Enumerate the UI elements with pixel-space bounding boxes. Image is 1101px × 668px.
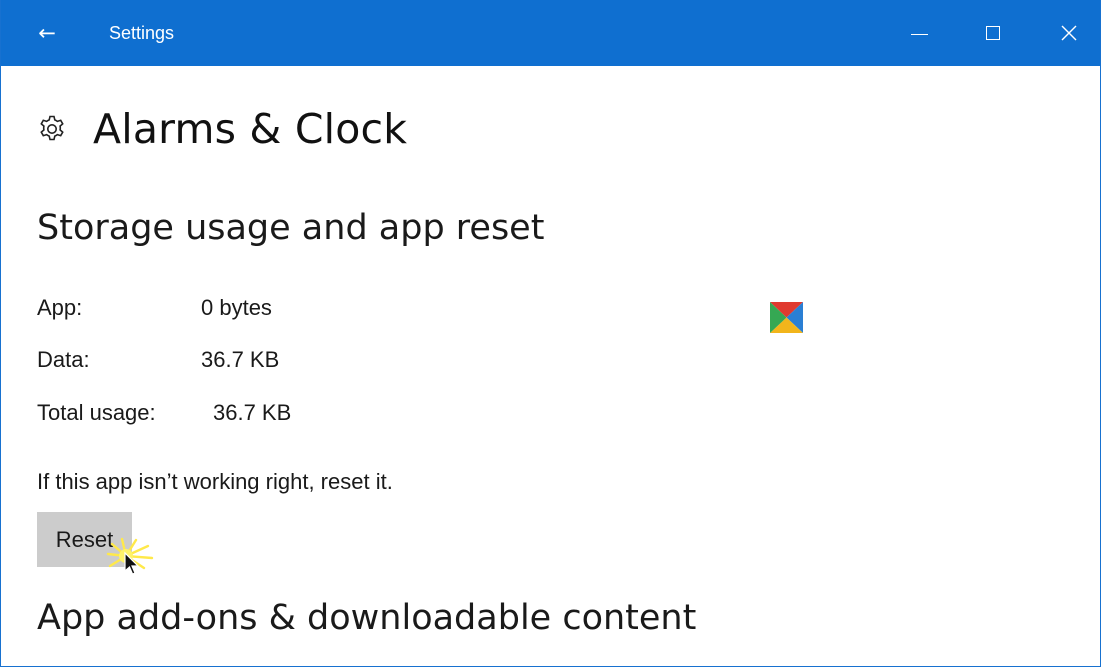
storage-row-label: Total usage: bbox=[37, 400, 156, 425]
maximize-icon bbox=[986, 26, 1000, 40]
minimize-button[interactable] bbox=[887, 0, 951, 66]
window-title: Settings bbox=[109, 23, 175, 43]
storage-row-value: 36.7 KB bbox=[201, 347, 280, 372]
back-button[interactable]: ← bbox=[1, 0, 93, 66]
gear-icon bbox=[35, 112, 69, 146]
addons-section-title: App add-ons & downloadable content bbox=[37, 598, 697, 638]
minimize-icon bbox=[910, 33, 928, 35]
arrow-left-icon: ← bbox=[38, 21, 56, 45]
reset-hint-text: If this app isn’t working right, reset i… bbox=[37, 469, 393, 494]
maximize-button[interactable] bbox=[961, 0, 1025, 66]
title-bar: ← Settings bbox=[1, 0, 1100, 66]
storage-row-label: App: bbox=[37, 295, 83, 320]
close-icon bbox=[1061, 25, 1077, 41]
page-header: Alarms & Clock bbox=[35, 100, 407, 158]
storage-row-app: App: 0 bytes bbox=[37, 292, 272, 324]
storage-row-total: Total usage: 36.7 KB bbox=[37, 397, 291, 429]
storage-row-value: 0 bytes bbox=[201, 295, 272, 320]
brand-logo-icon bbox=[770, 302, 803, 333]
page-title: Alarms & Clock bbox=[93, 105, 408, 153]
settings-window: ← Settings Alarms & Clock Storage usage … bbox=[0, 0, 1101, 667]
storage-row-data: Data: 36.7 KB bbox=[37, 344, 279, 376]
storage-row-value: 36.7 KB bbox=[213, 400, 292, 425]
storage-row-label: Data: bbox=[37, 347, 90, 372]
storage-section-title: Storage usage and app reset bbox=[37, 208, 545, 248]
cursor-pointer-icon bbox=[106, 537, 154, 575]
close-button[interactable] bbox=[1037, 0, 1100, 66]
